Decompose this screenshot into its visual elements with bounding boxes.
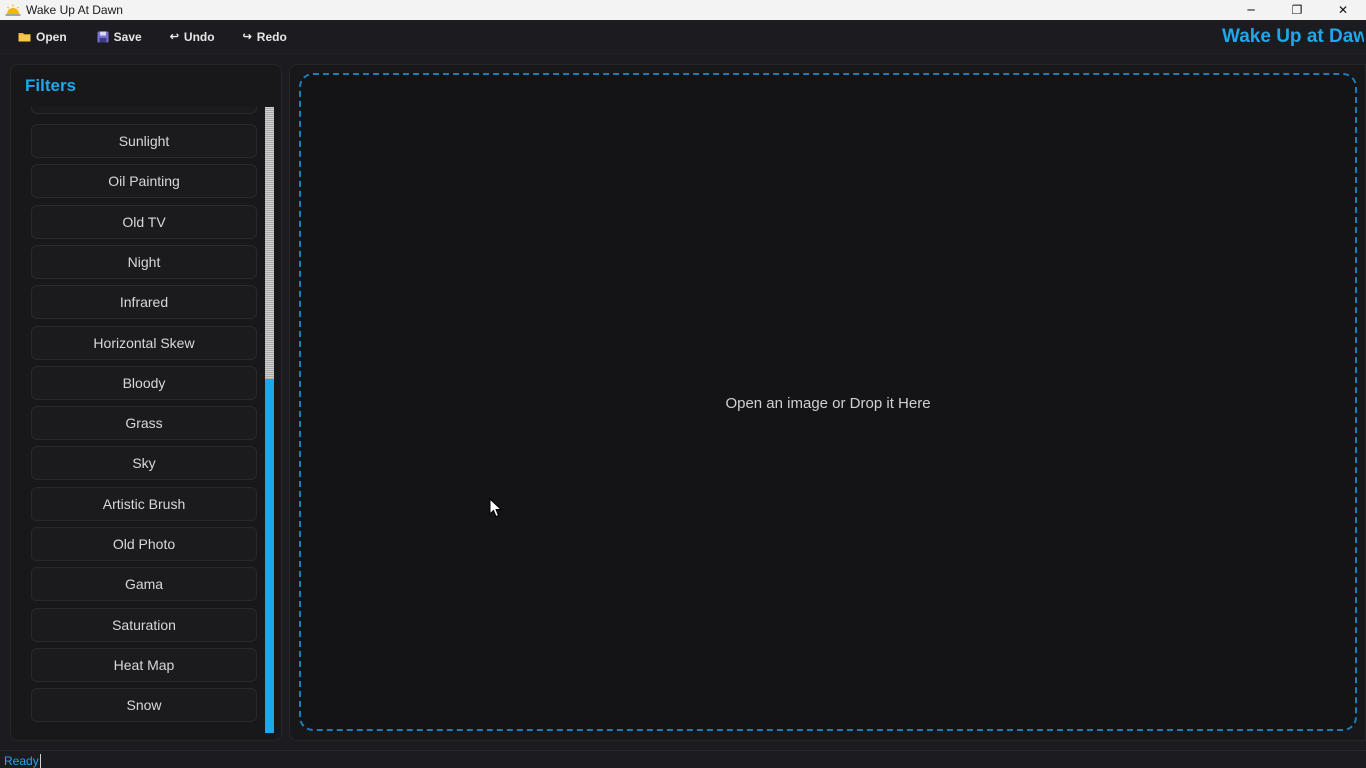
filter-item[interactable]: Sky	[31, 446, 257, 480]
status-text: Ready	[4, 754, 41, 768]
filter-item[interactable]: Night	[31, 245, 257, 279]
minimize-button[interactable]: ─	[1228, 0, 1274, 20]
filter-list-scrollbar[interactable]	[265, 107, 274, 733]
filters-heading: Filters	[25, 76, 77, 95]
redo-button[interactable]: ↪ Redo	[237, 25, 293, 49]
redo-arrow-icon: ↪	[242, 31, 252, 43]
window-controls: ─ ❐ ✕	[1228, 0, 1366, 20]
filter-item[interactable]: Gama	[31, 567, 257, 601]
filter-item[interactable]: Bloody	[31, 366, 257, 400]
undo-label: Undo	[183, 29, 215, 44]
filter-item[interactable]: Saturation	[31, 608, 257, 642]
maximize-button[interactable]: ❐	[1274, 0, 1320, 20]
sunrise-icon	[2, 0, 24, 20]
filter-item[interactable]: Heat Map	[31, 648, 257, 682]
save-button[interactable]: Save	[91, 25, 148, 49]
filter-item[interactable]: Sunlight	[31, 124, 257, 158]
open-button[interactable]: Open	[12, 25, 73, 49]
filter-item[interactable]: Oil Painting	[31, 164, 257, 198]
floppy-icon	[97, 31, 109, 43]
open-label: Open	[36, 29, 67, 44]
undo-arrow-icon: ↩	[169, 31, 179, 43]
filter-item[interactable]: Old TV	[31, 205, 257, 239]
filter-item[interactable]: Grass	[31, 406, 257, 440]
undo-button[interactable]: ↩ Undo	[164, 25, 221, 49]
image-canvas-area: Open an image or Drop it Here	[289, 64, 1366, 741]
filter-item[interactable]: Old Photo	[31, 527, 257, 561]
filter-item[interactable]: Infrared	[31, 285, 257, 319]
close-button[interactable]: ✕	[1320, 0, 1366, 20]
filter-list[interactable]: Sunlight Oil Painting Old TV Night Infrared H…	[31, 107, 259, 733]
drop-hint-text: Open an image or Drop it Here	[725, 395, 931, 412]
scrollbar-thumb[interactable]	[265, 107, 274, 379]
image-drop-zone[interactable]: Open an image or Drop it Here	[299, 73, 1357, 731]
filter-item-partial[interactable]	[31, 107, 257, 114]
toolbar: Open Save ↩ Undo ↪ Redo Wake Up at Dawn	[0, 20, 1366, 54]
filter-item[interactable]: Horizontal Skew	[31, 326, 257, 360]
window-title: Wake Up At Dawn	[26, 3, 123, 17]
scrollbar-track-remaining[interactable]	[265, 379, 274, 733]
app-brand-title: Wake Up at Dawn	[1222, 26, 1364, 47]
title-bar: Wake Up At Dawn ─ ❐ ✕	[0, 0, 1366, 20]
folder-icon	[18, 31, 31, 42]
status-bar: Ready	[0, 750, 1366, 768]
filters-panel: Filters Sunlight Oil Painting Old TV Night I…	[10, 64, 282, 741]
filter-item[interactable]: Snow	[31, 688, 257, 722]
mouse-cursor-icon	[489, 498, 503, 518]
filter-item[interactable]: Artistic Brush	[31, 487, 257, 521]
save-label: Save	[113, 29, 142, 44]
redo-label: Redo	[256, 29, 287, 44]
